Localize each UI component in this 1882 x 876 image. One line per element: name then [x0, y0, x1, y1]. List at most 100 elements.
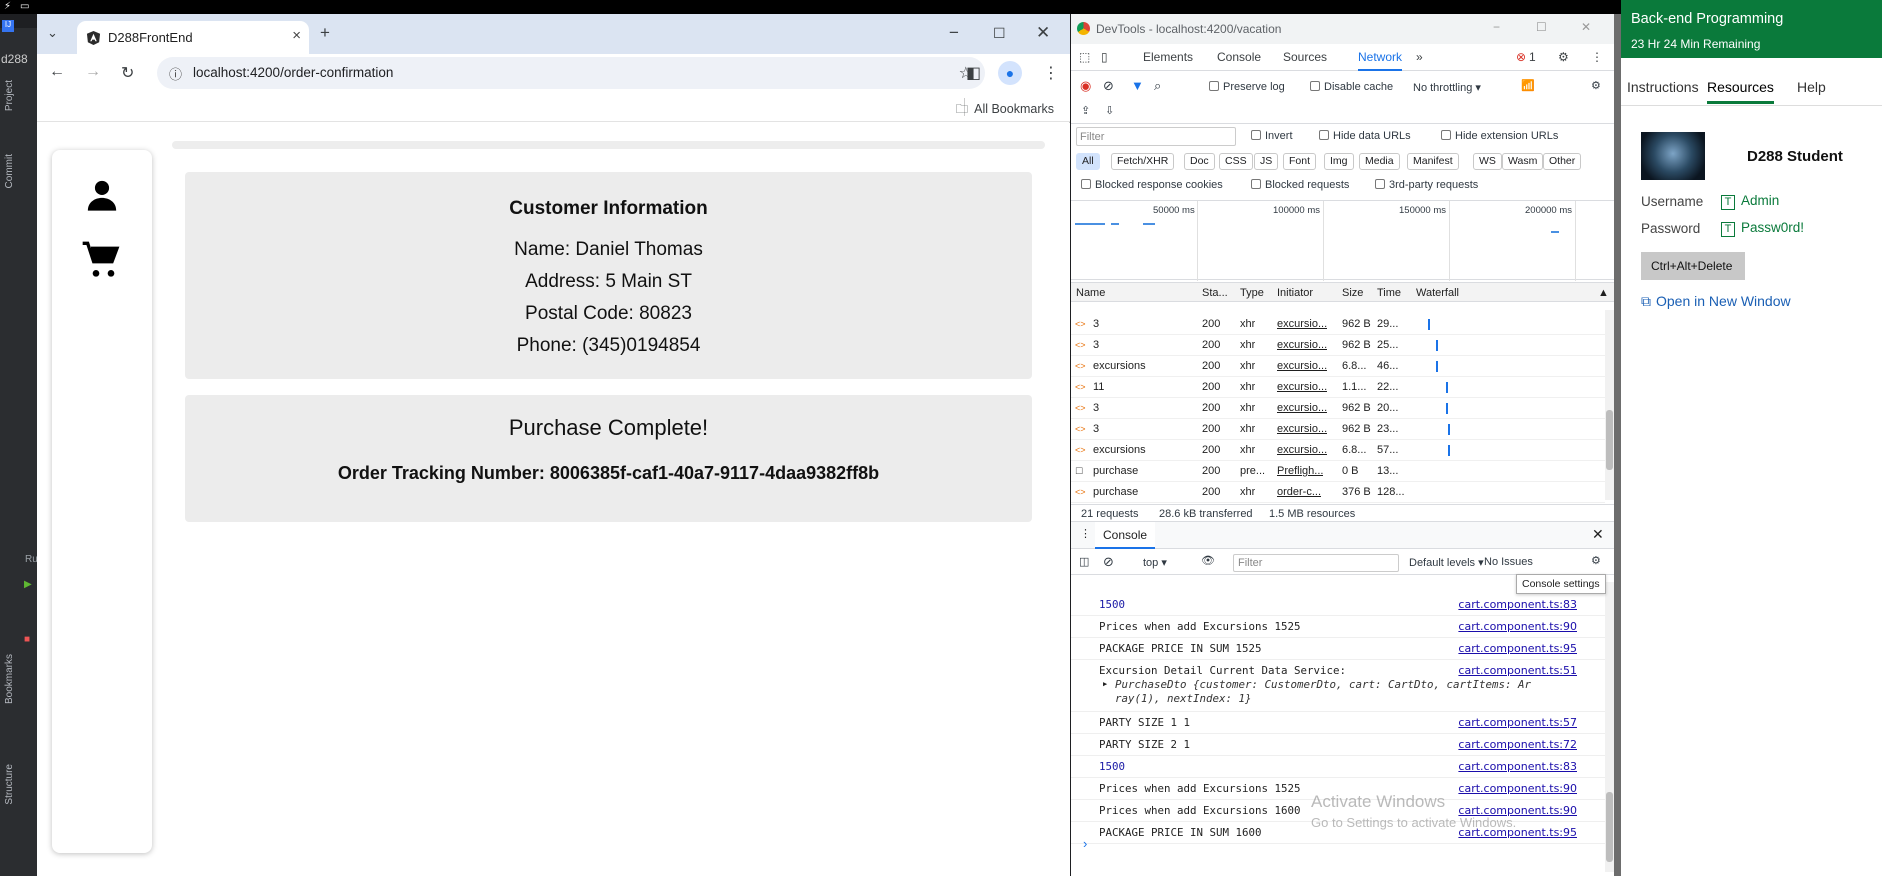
console-scroll-thumb[interactable]: [1606, 792, 1613, 862]
ide-stop-icon[interactable]: ■: [24, 634, 30, 645]
network-settings-icon[interactable]: ⚙: [1591, 79, 1601, 92]
console-source-link[interactable]: cart.component.ts:95: [1458, 642, 1577, 655]
request-initiator[interactable]: excursio...: [1277, 402, 1327, 414]
request-row[interactable]: <> 3 200 xhr excursio... 962 B 29...: [1071, 314, 1605, 335]
network-scroll-thumb[interactable]: [1606, 410, 1613, 470]
console-source-link[interactable]: cart.component.ts:72: [1458, 738, 1577, 751]
clear-icon[interactable]: ⊘: [1103, 78, 1114, 94]
more-tabs-icon[interactable]: »: [1416, 50, 1423, 64]
type-filter-doc[interactable]: Doc: [1184, 153, 1215, 170]
back-icon[interactable]: ←: [49, 63, 65, 81]
col-name[interactable]: Name: [1076, 287, 1105, 299]
disable-cache-checkbox[interactable]: Disable cache: [1310, 81, 1393, 93]
type-filter-css[interactable]: CSS: [1219, 153, 1253, 170]
console-source-link[interactable]: cart.component.ts:83: [1458, 760, 1577, 773]
type-filter-img[interactable]: Img: [1324, 153, 1354, 170]
cart-icon[interactable]: [80, 240, 122, 280]
dt-maximize-icon[interactable]: ☐: [1536, 20, 1547, 34]
request-row[interactable]: <> 3 200 xhr excursio... 962 B 25...: [1071, 335, 1605, 356]
type-filter-js[interactable]: JS: [1254, 153, 1279, 170]
close-drawer-icon[interactable]: ✕: [1592, 526, 1604, 543]
dt-menu-icon[interactable]: ⋮: [1591, 50, 1603, 64]
type-filter-all[interactable]: All: [1076, 153, 1100, 170]
col-type[interactable]: Type: [1240, 287, 1264, 299]
tab-network[interactable]: Network: [1358, 50, 1403, 71]
type-filter-fetchxhr[interactable]: Fetch/XHR: [1111, 153, 1175, 170]
site-info-icon[interactable]: ⓘ: [169, 64, 182, 83]
request-row[interactable]: <> 3 200 xhr excursio... 962 B 20...: [1071, 398, 1605, 419]
request-initiator[interactable]: excursio...: [1277, 444, 1327, 456]
maximize-icon[interactable]: ☐: [993, 23, 1006, 43]
open-new-window-link[interactable]: ⧉ Open in New Window: [1641, 293, 1791, 310]
col-status[interactable]: Sta...: [1202, 287, 1228, 299]
console-source-link[interactable]: cart.component.ts:90: [1458, 782, 1577, 795]
type-filter-media[interactable]: Media: [1359, 153, 1400, 170]
lab-tab-instructions[interactable]: Instructions: [1627, 79, 1699, 95]
address-bar[interactable]: ⓘ localhost:4200/order-confirmation ☆: [157, 57, 985, 89]
network-conditions-icon[interactable]: 📶: [1521, 79, 1535, 92]
log-levels-select[interactable]: Default levels ▾: [1409, 556, 1484, 569]
export-har-icon[interactable]: ⇩: [1105, 104, 1114, 117]
tab-console[interactable]: Console: [1217, 50, 1261, 64]
third-party-checkbox[interactable]: 3rd-party requests: [1375, 179, 1478, 191]
browser-tab[interactable]: D288FrontEnd ×: [77, 21, 309, 54]
request-initiator[interactable]: excursio...: [1277, 360, 1327, 372]
col-initiator[interactable]: Initiator: [1277, 287, 1313, 299]
request-initiator[interactable]: Prefligh...: [1277, 465, 1323, 477]
type-text-icon[interactable]: T: [1721, 195, 1735, 210]
invert-checkbox[interactable]: Invert: [1251, 130, 1293, 142]
type-filter-other[interactable]: Other: [1543, 153, 1582, 170]
console-settings-icon[interactable]: ⚙: [1591, 554, 1601, 567]
console-filter-input[interactable]: Filter: [1233, 554, 1399, 572]
ctrl-alt-delete-button[interactable]: Ctrl+Alt+Delete: [1641, 252, 1745, 280]
col-waterfall[interactable]: Waterfall: [1416, 287, 1459, 299]
console-source-link[interactable]: cart.component.ts:51: [1458, 664, 1577, 677]
sort-up-icon[interactable]: ▲: [1598, 287, 1609, 299]
error-icon[interactable]: ⊗: [1516, 50, 1526, 64]
minimize-icon[interactable]: −: [949, 23, 959, 43]
reload-icon[interactable]: ↻: [121, 63, 134, 83]
request-row[interactable]: <> 3 200 xhr excursio... 962 B 23...: [1071, 419, 1605, 440]
network-scrollbar[interactable]: [1605, 310, 1614, 500]
console-object-preview[interactable]: PurchaseDto {customer: CustomerDto, cart…: [1115, 678, 1531, 691]
ide-commit-tab[interactable]: Commit: [4, 154, 15, 188]
request-initiator[interactable]: excursio...: [1277, 381, 1327, 393]
console-clear-icon[interactable]: ⊘: [1103, 554, 1114, 570]
lab-tab-help[interactable]: Help: [1797, 79, 1826, 95]
console-source-link[interactable]: cart.component.ts:90: [1458, 620, 1577, 633]
console-object-preview-cont[interactable]: ray(1), nextIndex: 1}: [1115, 692, 1252, 705]
console-prompt-icon[interactable]: ›: [1083, 836, 1087, 851]
inspect-icon[interactable]: ⬚: [1079, 50, 1090, 64]
drawer-menu-icon[interactable]: ⋮: [1080, 527, 1091, 540]
hide-ext-urls-checkbox[interactable]: Hide extension URLs: [1441, 130, 1558, 142]
live-expression-icon[interactable]: 👁: [1201, 554, 1215, 567]
settings-gear-icon[interactable]: ⚙: [1558, 50, 1569, 64]
throttling-select[interactable]: No throttling ▾: [1413, 81, 1481, 94]
request-initiator[interactable]: excursio...: [1277, 423, 1327, 435]
blocked-cookies-checkbox[interactable]: Blocked response cookies: [1081, 179, 1223, 191]
lab-tab-resources[interactable]: Resources: [1707, 79, 1774, 104]
tab-close-icon[interactable]: ×: [292, 27, 301, 44]
expand-triangle-icon[interactable]: ▶: [1103, 680, 1107, 688]
blocked-requests-checkbox[interactable]: Blocked requests: [1251, 179, 1349, 191]
request-row[interactable]: <> excursions 200 xhr excursio... 6.8... 46...: [1071, 356, 1605, 377]
panel-splitter[interactable]: [1614, 14, 1621, 876]
col-size[interactable]: Size: [1342, 287, 1363, 299]
request-row[interactable]: ☐ purchase 200 pre... Prefligh... 0 B 13...: [1071, 461, 1605, 482]
forward-icon[interactable]: →: [85, 63, 101, 81]
close-window-icon[interactable]: ✕: [1036, 23, 1050, 43]
menu-dots-icon[interactable]: ⋮: [1043, 63, 1059, 83]
password-value[interactable]: T Passw0rd!: [1721, 220, 1804, 237]
ide-bookmarks-tab[interactable]: Bookmarks: [4, 654, 15, 704]
tab-sources[interactable]: Sources: [1283, 50, 1327, 64]
username-value[interactable]: T Admin: [1721, 193, 1779, 210]
console-source-link[interactable]: cart.component.ts:83: [1458, 598, 1577, 611]
side-panel-icon[interactable]: ◧: [966, 63, 981, 83]
ide-run-icon[interactable]: ▶: [24, 579, 32, 590]
person-icon[interactable]: [85, 178, 119, 212]
type-text-icon[interactable]: T: [1721, 222, 1735, 237]
col-time[interactable]: Time: [1377, 287, 1401, 299]
network-filter-input[interactable]: Filter: [1076, 127, 1236, 146]
dt-minimize-icon[interactable]: −: [1493, 20, 1500, 34]
console-source-link[interactable]: cart.component.ts:57: [1458, 716, 1577, 729]
